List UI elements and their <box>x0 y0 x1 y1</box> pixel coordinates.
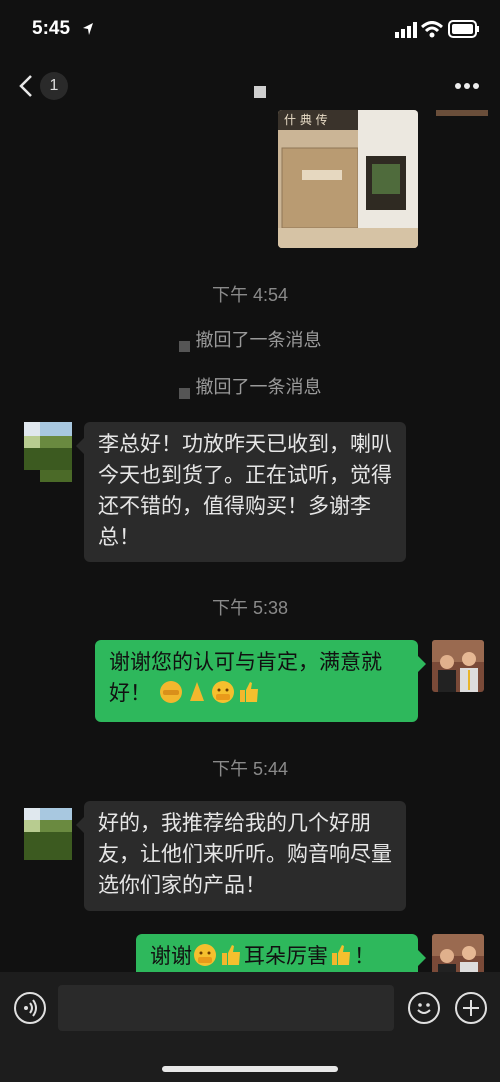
unread-badge[interactable]: 1 <box>40 72 68 100</box>
avatar[interactable] <box>24 808 72 868</box>
smirk-emoji-icon <box>194 944 216 966</box>
message-text: ！ <box>354 944 375 968</box>
status-bar: 5:45 <box>0 0 500 60</box>
timestamp: 下午 5:44 <box>211 759 289 779</box>
handshake-emoji-icon <box>159 681 182 703</box>
chat-title <box>254 86 266 98</box>
avatar[interactable] <box>432 640 484 692</box>
battery-icon <box>448 20 479 38</box>
location-arrow-icon <box>83 23 93 35</box>
emoji-button[interactable] <box>408 992 440 1024</box>
message-bubble[interactable]: 好的，我推荐给我的几个好朋友，让他们来听听。购音响尽量选你们家的产品！ <box>76 801 406 911</box>
message-bubble[interactable]: 李总好！功放昨天已收到，喇叭今天也到货了。正在试听，觉得还不错的，值得购买！多谢… <box>76 422 406 562</box>
smiley-icon <box>417 1003 431 1014</box>
home-indicator[interactable] <box>162 1066 338 1072</box>
more-dots-icon[interactable] <box>454 82 480 90</box>
message-text: 李总好！功放昨天已收到，喇叭今天也到货了。正在试听，觉得还不错的，值得购买！多谢… <box>98 432 392 549</box>
voice-icon <box>24 999 37 1017</box>
status-time: 5:45 <box>32 18 71 39</box>
pray-emoji-icon <box>189 682 204 701</box>
sender-name <box>178 388 190 399</box>
avatar[interactable] <box>436 110 488 116</box>
plus-icon <box>463 1000 479 1016</box>
voice-button[interactable] <box>14 992 46 1024</box>
timestamp: 下午 4:54 <box>211 285 289 305</box>
recall-notice: 撤回了一条消息 <box>0 373 500 399</box>
message-text: 好的，我推荐给我的几个好朋友，让他们来听听。购音响尽量选你们家的产品！ <box>98 811 392 897</box>
wifi-icon <box>421 21 443 38</box>
photo-thumbnail: 什 典 传 <box>278 110 418 248</box>
chat-header <box>0 60 500 110</box>
thumbs-up-emoji-icon <box>332 945 350 965</box>
avatar[interactable] <box>24 422 72 482</box>
image-message[interactable]: 什 典 传 <box>278 110 418 248</box>
svg-text:什 典 传: 什 典 传 <box>284 112 328 127</box>
recall-text: 撤回了一条消息 <box>195 330 322 351</box>
thumbs-up-emoji-icon <box>222 945 240 965</box>
recall-notice: 撤回了一条消息 <box>0 326 500 352</box>
timestamp: 下午 5:38 <box>211 598 289 618</box>
smirk-emoji-icon <box>211 681 234 703</box>
recall-text: 撤回了一条消息 <box>195 377 322 398</box>
message-text: 耳朵厉害 <box>244 944 328 968</box>
signal-icon <box>395 22 417 38</box>
message-input[interactable] <box>58 985 394 1031</box>
message-bubble[interactable]: 谢谢您的认可与肯定，满意就好！ <box>95 640 426 722</box>
thumbs-up-emoji-icon <box>239 682 258 702</box>
sender-name <box>178 341 190 352</box>
add-button[interactable] <box>455 992 487 1024</box>
message-text: 谢谢 <box>150 944 192 968</box>
chevron-left-icon[interactable] <box>18 74 34 98</box>
